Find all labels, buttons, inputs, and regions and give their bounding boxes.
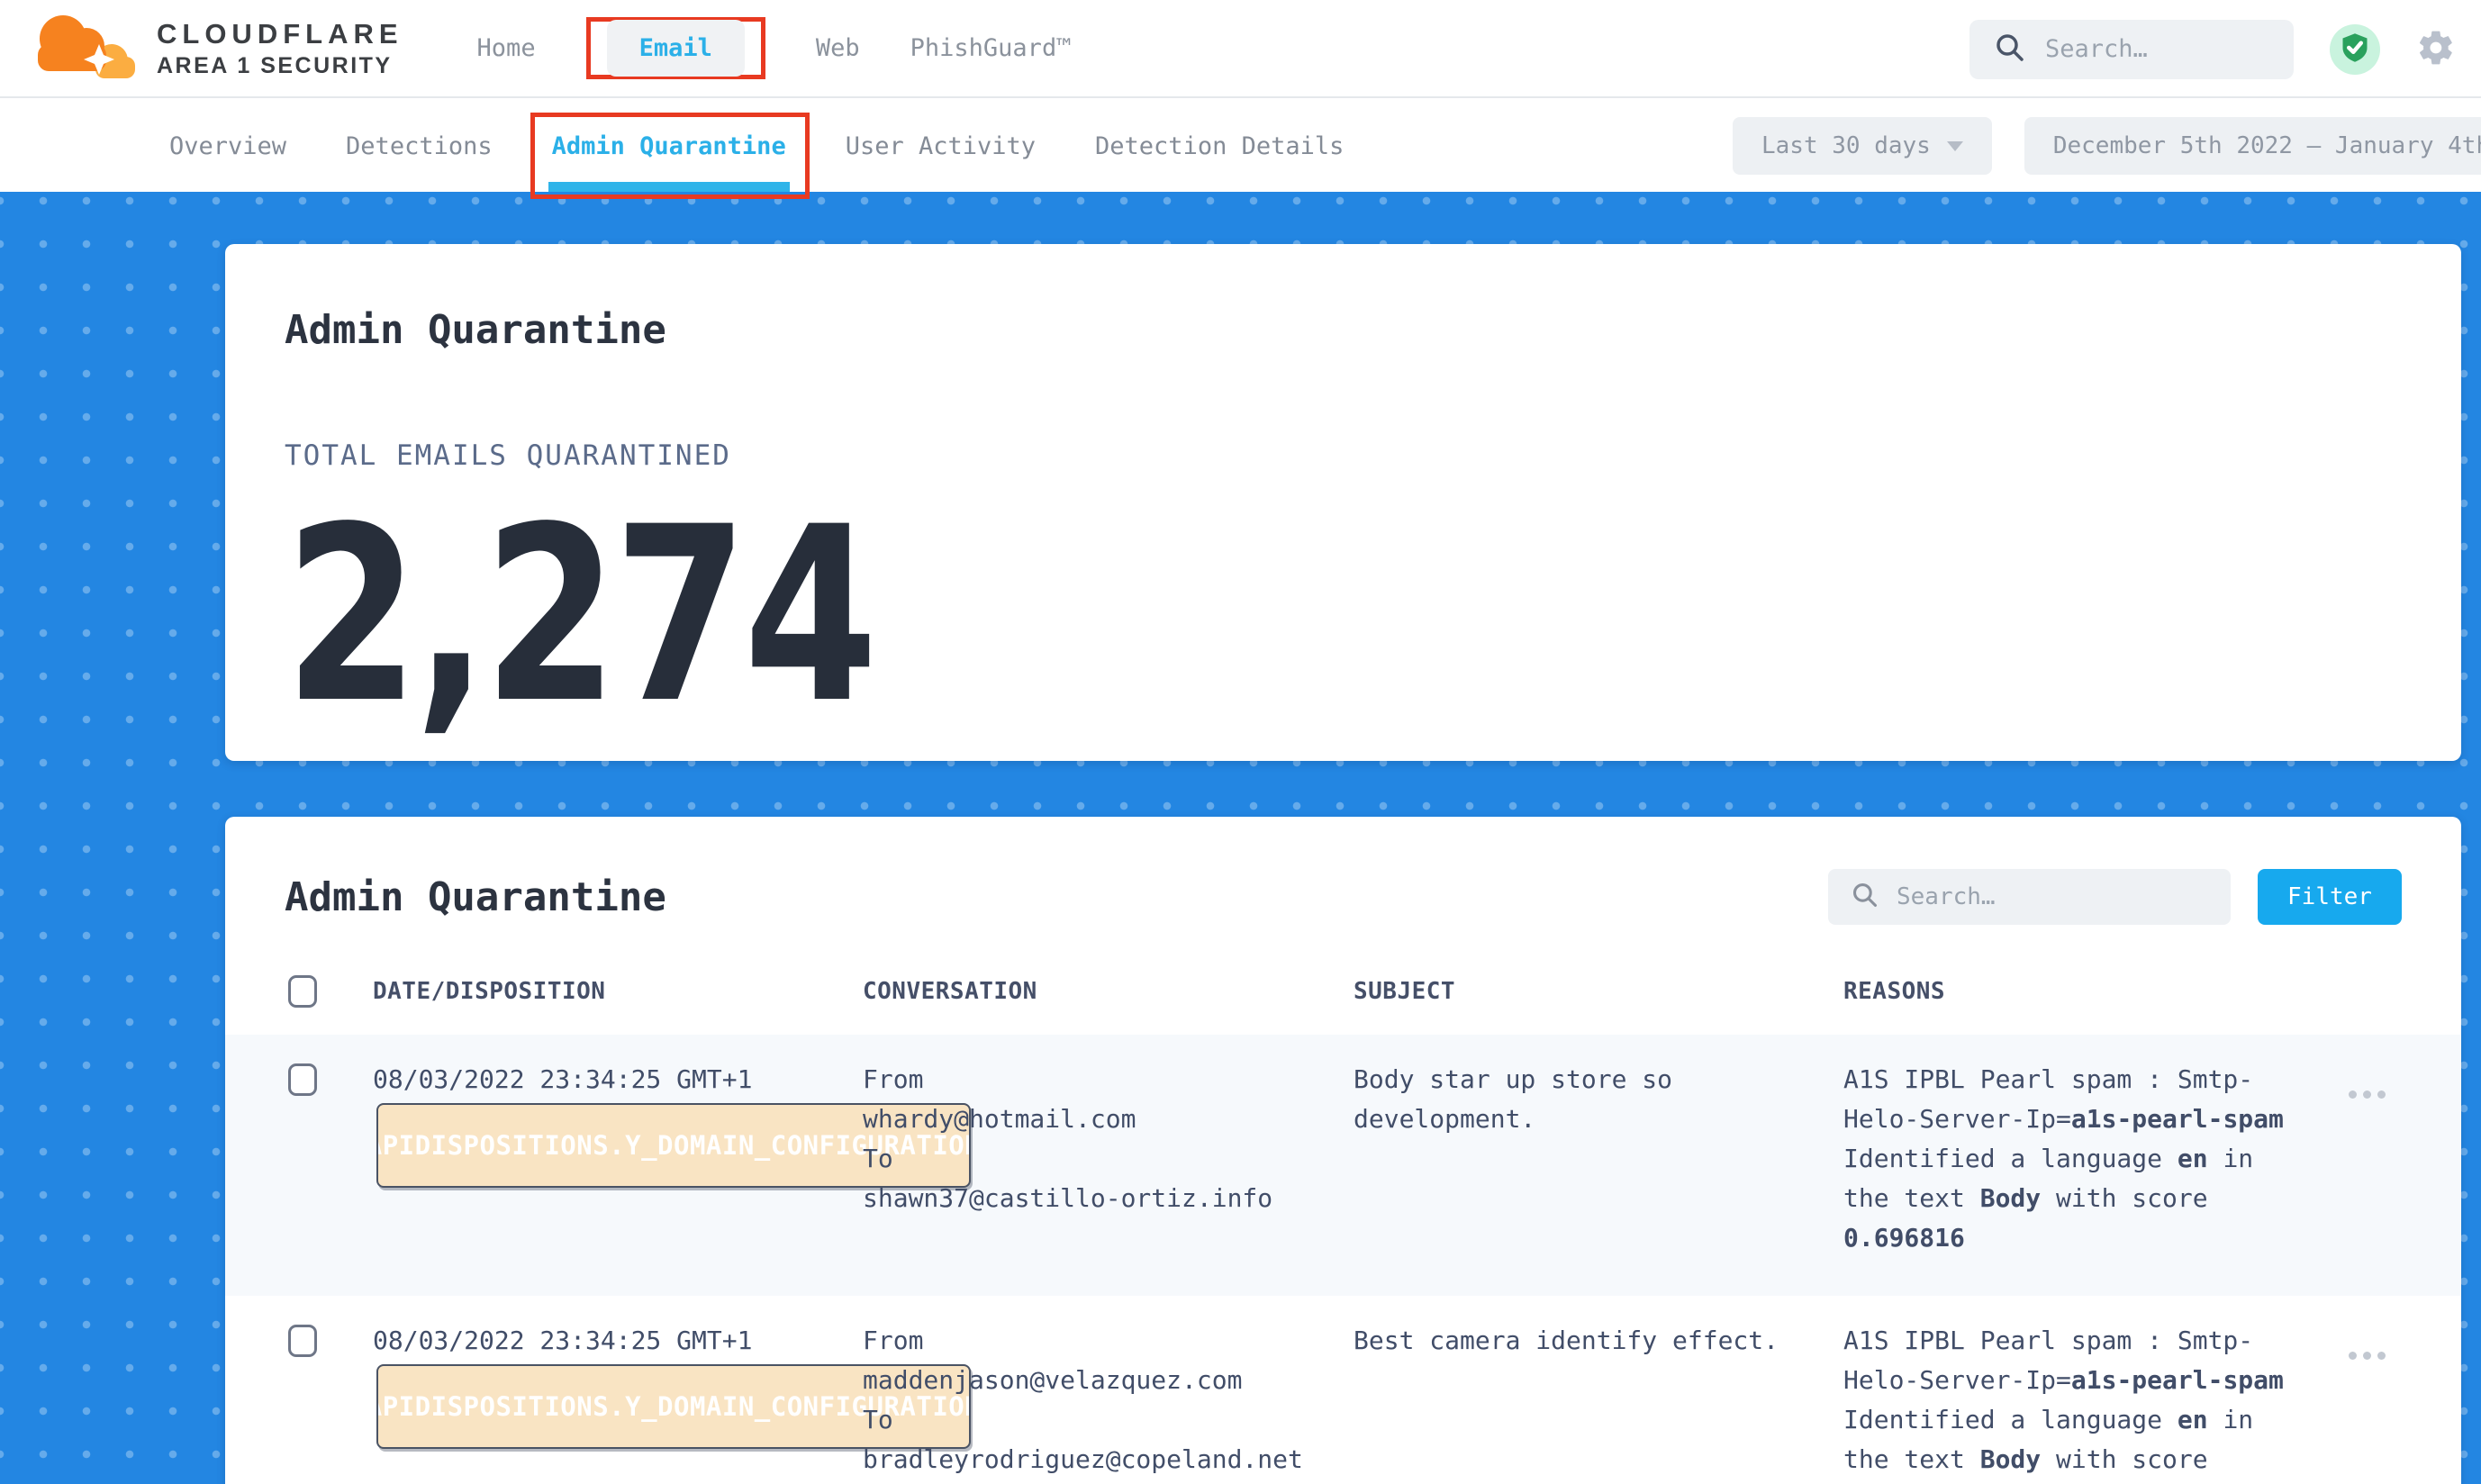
settings-gear-icon[interactable] — [2416, 28, 2456, 71]
conversation-cell: From whardy@hotmail.com To shawn37@casti… — [863, 1060, 1354, 1218]
row-actions-menu-icon[interactable] — [2349, 1090, 2461, 1099]
row-date: 08/03/2022 23:34:25 GMT+1 — [373, 1326, 752, 1355]
nav-item-email[interactable]: Email — [607, 20, 745, 77]
column-header-date-disposition: DATE/DISPOSITION — [373, 978, 863, 1005]
column-header-conversation: CONVERSATION — [863, 978, 1354, 1005]
to-address: bradleyrodriguez@copeland.net — [863, 1440, 1354, 1479]
row-date: 08/03/2022 23:34:25 GMT+1 — [373, 1064, 752, 1094]
search-icon — [1995, 32, 2025, 67]
top-header: CLOUDFLARE AREA 1 SECURITY Home Email We… — [0, 0, 2481, 98]
to-label: To — [863, 1139, 1354, 1179]
cloudflare-logo[interactable]: CLOUDFLARE AREA 1 SECURITY — [29, 10, 403, 87]
tab-detection-details[interactable]: Detection Details — [1095, 100, 1344, 192]
global-search[interactable] — [1969, 20, 2294, 79]
summary-card-title: Admin Quarantine — [285, 307, 2402, 353]
table-search[interactable] — [1828, 869, 2231, 925]
nav-item-phishguard[interactable]: PhishGuard™ — [910, 34, 1072, 62]
filter-button[interactable]: Filter — [2258, 869, 2402, 925]
date-range-display[interactable]: December 5th 2022 — January 4th 2023 — [2024, 117, 2481, 175]
to-address: shawn37@castillo-ortiz.info — [863, 1179, 1354, 1218]
table-search-input[interactable] — [1897, 883, 2207, 910]
metric-label: TOTAL EMAILS QUARANTINED — [285, 439, 2402, 472]
tab-detections[interactable]: Detections — [346, 100, 493, 192]
table-body: 08/03/2022 23:34:25 GMT+1 APIDISPOSITION… — [225, 1035, 2461, 1484]
table-row[interactable]: 08/03/2022 23:34:25 GMT+1 APIDISPOSITION… — [225, 1035, 2461, 1296]
global-search-input[interactable] — [2045, 35, 2268, 63]
date-disposition-cell: 08/03/2022 23:34:25 GMT+1 APIDISPOSITION… — [373, 1060, 863, 1099]
column-header-reasons: REASONS — [1843, 978, 2341, 1005]
email-section-tabs: Overview Detections Admin Quarantine Use… — [0, 100, 2481, 192]
search-icon — [1852, 882, 1879, 912]
brand-subtitle: AREA 1 SECURITY — [157, 53, 403, 79]
column-header-subject: SUBJECT — [1354, 978, 1843, 1005]
tab-overview[interactable]: Overview — [169, 100, 286, 192]
tab-user-activity[interactable]: User Activity — [846, 100, 1036, 192]
active-tab-underline — [548, 182, 790, 192]
conversation-cell: From maddenjason@velazquez.com To bradle… — [863, 1321, 1354, 1479]
shield-check-icon — [2339, 32, 2371, 68]
reasons-cell: A1S IPBL Pearl spam : Smtp-Helo-Server-I… — [1843, 1321, 2307, 1484]
protection-status-badge[interactable] — [2330, 24, 2380, 75]
summary-card: Admin Quarantine TOTAL EMAILS QUARANTINE… — [225, 244, 2461, 761]
table-actions: Filter — [1828, 869, 2402, 925]
brand-name: CLOUDFLARE — [157, 18, 403, 50]
nav-item-web[interactable]: Web — [816, 34, 860, 62]
row-actions-menu-icon[interactable] — [2349, 1352, 2461, 1360]
table-row[interactable]: 08/03/2022 23:34:25 GMT+1 APIDISPOSITION… — [225, 1296, 2461, 1484]
dashboard-canvas: Admin Quarantine TOTAL EMAILS QUARANTINE… — [0, 192, 2481, 1484]
select-all-checkbox[interactable] — [288, 975, 317, 1008]
reasons-cell: A1S IPBL Pearl spam : Smtp-Helo-Server-I… — [1843, 1060, 2307, 1258]
total-emails-quarantined-value: 2,274 — [285, 495, 874, 737]
date-controls: Last 30 days December 5th 2022 — January… — [1733, 100, 2481, 192]
date-disposition-cell: 08/03/2022 23:34:25 GMT+1 APIDISPOSITION… — [373, 1321, 863, 1361]
row-checkbox[interactable] — [288, 1063, 317, 1096]
tab-admin-quarantine[interactable]: Admin Quarantine — [552, 100, 786, 192]
subject-cell: Best camera identify effect. — [1354, 1321, 1804, 1361]
chevron-down-icon — [1947, 141, 1963, 151]
from-label: From — [863, 1321, 1354, 1361]
quarantine-table-card: Admin Quarantine Filter DATE/DISPOSITION — [225, 817, 2461, 1484]
table-header-row: DATE/DISPOSITION CONVERSATION SUBJECT RE… — [225, 948, 2461, 1035]
row-checkbox[interactable] — [288, 1325, 317, 1357]
from-label: From — [863, 1060, 1354, 1099]
from-address: whardy@hotmail.com — [863, 1099, 1354, 1139]
cloudflare-cloud-icon — [29, 10, 144, 87]
to-label: To — [863, 1400, 1354, 1440]
from-address: maddenjason@velazquez.com — [863, 1361, 1354, 1400]
quarantine-card-title: Admin Quarantine — [285, 874, 666, 920]
nav-item-home[interactable]: Home — [477, 34, 536, 62]
main-nav: Home Email Web PhishGuard™ — [477, 17, 1072, 79]
date-range-selector[interactable]: Last 30 days — [1733, 117, 1992, 175]
header-right-group — [1969, 0, 2456, 98]
annotation-box-email-tab: Email — [586, 17, 765, 79]
subject-cell: Body star up store so development. — [1354, 1060, 1804, 1139]
